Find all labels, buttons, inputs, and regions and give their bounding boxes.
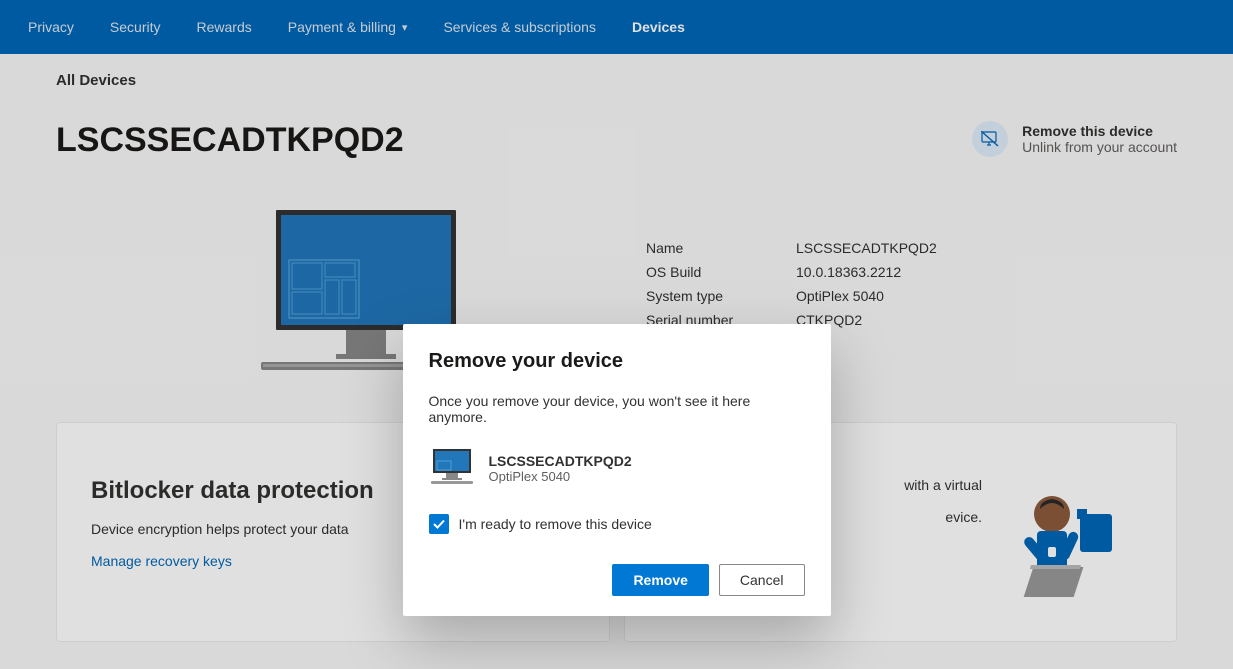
remove-device-modal: Remove your device Once you remove your … [403,324,831,616]
checkmark-icon [432,517,446,531]
monitor-icon [429,447,475,490]
checkbox-label[interactable]: I'm ready to remove this device [459,516,652,532]
cancel-button[interactable]: Cancel [719,564,805,596]
modal-device-name: LSCSSECADTKPQD2 [489,453,632,469]
modal-checkbox-row: I'm ready to remove this device [429,514,805,534]
remove-button[interactable]: Remove [612,564,708,596]
modal-description: Once you remove your device, you won't s… [429,393,805,425]
modal-device-row: LSCSSECADTKPQD2 OptiPlex 5040 [429,447,805,490]
confirm-remove-checkbox[interactable] [429,514,449,534]
modal-button-row: Remove Cancel [429,564,805,596]
modal-device-type: OptiPlex 5040 [489,469,632,484]
modal-device-info: LSCSSECADTKPQD2 OptiPlex 5040 [489,453,632,484]
modal-title: Remove your device [429,350,805,373]
